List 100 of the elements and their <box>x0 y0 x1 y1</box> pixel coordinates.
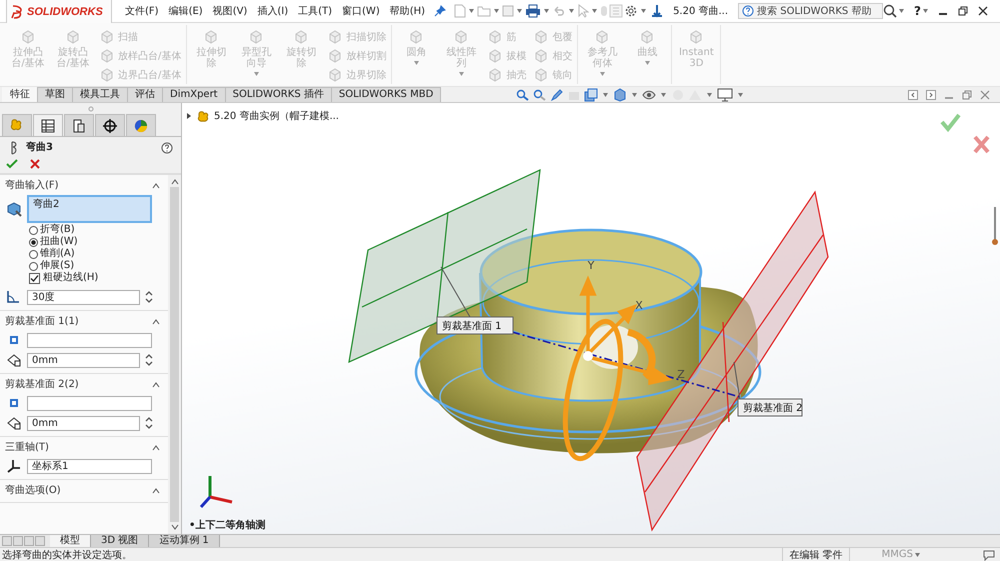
panel-tab[interactable] <box>33 114 63 136</box>
tab[interactable]: 模具工具 <box>72 87 128 102</box>
radio-circle[interactable] <box>29 262 38 270</box>
caret-icon[interactable] <box>592 9 598 13</box>
menu-item[interactable]: 工具(T) <box>295 4 336 18</box>
spinner-icon[interactable] <box>145 353 153 367</box>
collapse-icon[interactable] <box>152 488 160 494</box>
settings-icon[interactable] <box>624 4 638 18</box>
panel-tab[interactable] <box>64 114 94 136</box>
menu-item[interactable]: 文件(F) <box>122 4 162 18</box>
scrollbar-thumb[interactable] <box>170 187 179 522</box>
section-title: 弯曲输入(F) <box>5 179 59 192</box>
radio-option[interactable]: 扭曲(W) <box>0 236 78 248</box>
panel-left-icon[interactable] <box>908 90 918 100</box>
collapse-icon[interactable] <box>152 182 160 188</box>
close-icon[interactable] <box>978 6 988 16</box>
grip-icon[interactable] <box>88 106 94 112</box>
cube-icon <box>594 29 610 45</box>
tab[interactable]: DimXpert <box>162 87 226 102</box>
radio-option[interactable]: 锥削(A) <box>0 248 75 260</box>
tab[interactable]: SOLIDWORKS MBD <box>330 87 442 102</box>
help-icon[interactable] <box>161 142 173 154</box>
zoom-area-icon[interactable] <box>533 88 548 100</box>
caret-icon[interactable] <box>632 92 638 96</box>
caret-icon[interactable] <box>738 92 744 96</box>
selection-list-field[interactable]: 弯曲2 <box>27 195 152 223</box>
pin-icon[interactable] <box>434 5 446 17</box>
search-field[interactable]: 搜索 SOLIDWORKS 帮助 <box>738 3 884 19</box>
eye-icon[interactable] <box>642 88 656 100</box>
caret-icon[interactable] <box>899 9 904 13</box>
app-logo[interactable]: SOLIDWORKS <box>6 0 112 24</box>
caret-icon[interactable] <box>641 9 646 13</box>
radio-option[interactable]: 折弯(B) <box>0 224 75 236</box>
radio-circle[interactable] <box>29 250 38 258</box>
tab[interactable]: SOLIDWORKS 插件 <box>224 87 332 102</box>
callout-label[interactable]: 剪裁基准面 2 <box>738 398 803 416</box>
caret-icon[interactable] <box>469 9 474 13</box>
section-title: 剪裁基准面 1(1) <box>5 315 79 328</box>
menu-item[interactable]: 视图(V) <box>210 4 250 18</box>
caret-icon[interactable] <box>569 9 574 13</box>
radio-circle[interactable] <box>29 238 38 246</box>
section-title: 剪裁基准面 2(2) <box>5 378 79 391</box>
radio-circle[interactable] <box>29 226 38 234</box>
scroll-down-icon[interactable] <box>170 524 178 530</box>
caret-icon[interactable] <box>915 552 920 556</box>
spinner-icon[interactable] <box>145 290 153 304</box>
chat-icon[interactable] <box>982 548 996 560</box>
selection-field[interactable]: 坐标系1 <box>27 458 152 474</box>
caret-icon[interactable] <box>707 92 712 96</box>
tab[interactable]: 模型 <box>50 535 91 547</box>
cancel-icon[interactable] <box>973 135 990 154</box>
cancel-icon[interactable] <box>30 159 40 169</box>
cube-icon <box>327 48 344 64</box>
caret-icon[interactable] <box>544 9 550 13</box>
caret-icon[interactable] <box>923 9 928 13</box>
tab[interactable]: 3D 视图 <box>91 535 150 547</box>
radio-option[interactable]: 伸展(S) <box>0 260 74 272</box>
monitor-icon[interactable] <box>717 88 734 102</box>
caret-icon[interactable] <box>494 9 500 13</box>
spinner-icon[interactable] <box>145 416 153 430</box>
callout-label[interactable]: 剪裁基准面 1 <box>436 316 514 334</box>
tab[interactable]: 草图 <box>37 87 73 102</box>
selection-field[interactable] <box>27 396 152 410</box>
caret-icon[interactable] <box>661 92 666 96</box>
color-wheel-icon <box>133 118 149 134</box>
menu-item[interactable]: 编辑(E) <box>166 4 206 18</box>
help-button[interactable]: ? <box>914 4 922 18</box>
collapse-icon[interactable] <box>152 444 160 450</box>
menu-item[interactable]: 窗口(W) <box>339 4 383 18</box>
collapse-icon[interactable] <box>152 318 160 324</box>
zoom-fit-icon[interactable] <box>516 88 530 100</box>
edit-mode-label: 在编辑 零件 <box>782 548 850 561</box>
tree-item[interactable]: 5.20 弯曲实例（帽子建模... <box>214 109 339 123</box>
value-field[interactable]: 0mm <box>27 416 140 430</box>
caret-icon[interactable] <box>517 9 522 13</box>
cube-icon <box>99 67 115 83</box>
menu-item[interactable]: 插入(I) <box>254 4 292 18</box>
caret-icon[interactable] <box>603 92 608 96</box>
scrollbar[interactable] <box>168 175 181 534</box>
tab[interactable]: 特征 <box>2 87 38 102</box>
selection-field[interactable] <box>27 332 152 348</box>
cube-icon <box>203 29 220 45</box>
checkbox-option[interactable]: 粗硬边线(H) <box>0 272 98 284</box>
ok-icon[interactable] <box>6 159 18 169</box>
search-icon[interactable] <box>883 4 898 18</box>
menu-item[interactable]: 帮助(H) <box>386 4 428 18</box>
tab[interactable]: 运动算例 1 <box>149 535 220 547</box>
printer-icon[interactable] <box>525 4 542 18</box>
panel-right-icon[interactable] <box>926 90 936 100</box>
value-field[interactable]: 0mm <box>27 352 140 368</box>
view-orientation-icon[interactable] <box>584 88 598 102</box>
panel-tab[interactable] <box>95 114 125 136</box>
value-field[interactable]: 30度 <box>27 290 140 304</box>
leader-line <box>440 266 470 318</box>
scroll-up-icon[interactable] <box>170 179 178 185</box>
tab[interactable]: 评估 <box>127 87 163 102</box>
checkbox-checked-icon[interactable] <box>29 272 40 284</box>
expand-arrow-icon[interactable] <box>186 112 192 120</box>
restore-icon[interactable] <box>958 6 968 16</box>
collapse-icon[interactable] <box>152 382 160 388</box>
